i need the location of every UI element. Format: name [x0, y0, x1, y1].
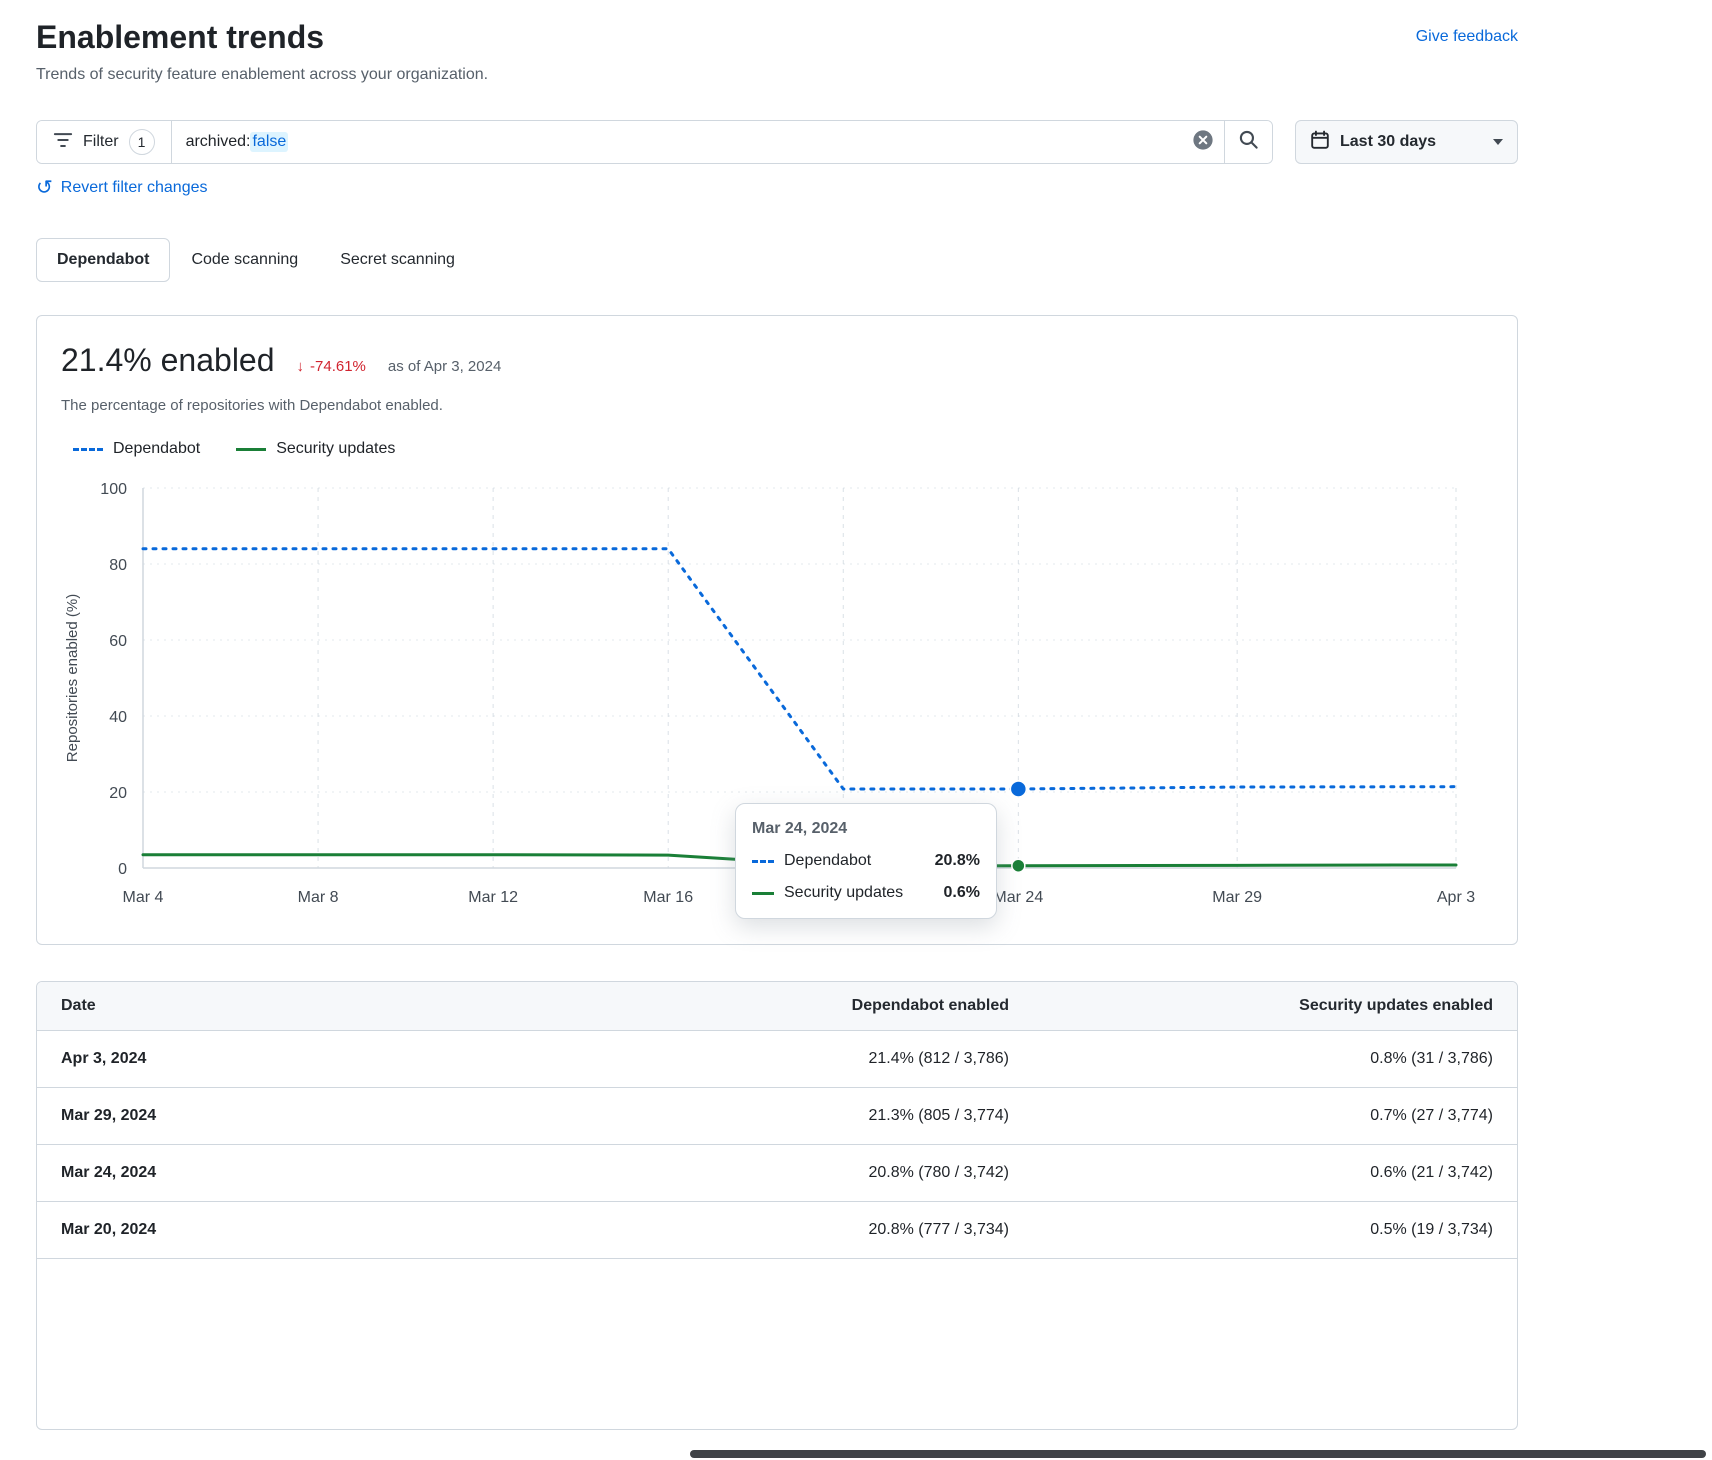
- table-body: Apr 3, 202421.4% (812 / 3,786)0.8% (31 /…: [37, 1031, 1517, 1429]
- clear-filter-button[interactable]: [1182, 121, 1224, 163]
- filter-bar: Filter 1 archived:false: [36, 120, 1518, 164]
- trend-table-card: DateDependabot enabledSecurity updates e…: [36, 981, 1518, 1430]
- x-circle-icon: [1192, 129, 1214, 156]
- tooltip-swatch: [752, 860, 774, 863]
- column-header-date: Date: [37, 982, 637, 1031]
- arrow-down-icon: ↓: [297, 358, 305, 375]
- filter-icon: [53, 130, 73, 155]
- search-icon: [1238, 129, 1259, 155]
- filter-search-group: Filter 1 archived:false: [36, 120, 1273, 164]
- revert-filter-changes-link[interactable]: Revert filter changes: [61, 179, 208, 197]
- query-prefix: archived:: [186, 133, 251, 151]
- tooltip-row-dependabot: Dependabot 20.8%: [752, 852, 980, 870]
- metric-row: 21.4% enabled ↓ -74.61% as of Apr 3, 202…: [61, 342, 1493, 379]
- dependabot-enabled-cell: 21.3% (805 / 3,774): [637, 1088, 1009, 1145]
- give-feedback-link[interactable]: Give feedback: [1416, 28, 1518, 46]
- tabs: DependabotCode scanningSecret scanning: [36, 238, 1518, 282]
- table-row: Mar 29, 202421.3% (805 / 3,774)0.7% (27 …: [37, 1088, 1517, 1145]
- tooltip-swatch: [752, 892, 774, 895]
- svg-text:Repositories enabled (%): Repositories enabled (%): [64, 594, 81, 762]
- legend-label: Security updates: [276, 440, 395, 458]
- dependabot-enabled-cell: 20.8% (780 / 3,742): [637, 1145, 1009, 1202]
- svg-text:Mar 8: Mar 8: [298, 889, 339, 906]
- svg-text:20: 20: [109, 785, 127, 802]
- svg-text:Mar 12: Mar 12: [468, 889, 518, 906]
- date-cell: Mar 24, 2024: [37, 1145, 637, 1202]
- tooltip-label: Security updates: [784, 884, 903, 902]
- table-row: Apr 3, 202421.4% (812 / 3,786)0.8% (31 /…: [37, 1031, 1517, 1088]
- dependabot-enabled-cell: 21.4% (812 / 3,786): [637, 1031, 1009, 1088]
- date-range-label: Last 30 days: [1340, 133, 1483, 151]
- page-title: Enablement trends: [36, 18, 324, 56]
- trend-table: DateDependabot enabledSecurity updates e…: [37, 982, 1517, 1429]
- tab-code-scanning[interactable]: Code scanning: [170, 238, 319, 282]
- security-updates-enabled-cell: 0.8% (31 / 3,786): [1009, 1031, 1517, 1088]
- tooltip-label: Dependabot: [784, 852, 871, 870]
- svg-text:60: 60: [109, 633, 127, 650]
- table-row: Mar 24, 202420.8% (780 / 3,742)0.6% (21 …: [37, 1145, 1517, 1202]
- metric-change: ↓ -74.61%: [297, 358, 366, 375]
- calendar-icon: [1310, 130, 1330, 155]
- svg-text:40: 40: [109, 709, 127, 726]
- tooltip-value: 20.8%: [935, 852, 980, 870]
- date-range-dropdown[interactable]: Last 30 days: [1295, 120, 1518, 164]
- table-header-row: DateDependabot enabledSecurity updates e…: [37, 982, 1517, 1031]
- security-updates-enabled-cell: 0.6% (21 / 3,742): [1009, 1145, 1517, 1202]
- column-header-dependabot-enabled: Dependabot enabled: [637, 982, 1009, 1031]
- tooltip-row-security-updates: Security updates 0.6%: [752, 884, 980, 902]
- legend-label: Dependabot: [113, 440, 200, 458]
- table-row: Mar 20, 202420.8% (777 / 3,734)0.5% (19 …: [37, 1202, 1517, 1259]
- legend-swatch: [73, 448, 103, 451]
- tooltip-date: Mar 24, 2024: [752, 820, 980, 838]
- search-submit-button[interactable]: [1224, 121, 1272, 163]
- filter-count-badge: 1: [129, 129, 155, 155]
- filter-button[interactable]: Filter 1: [37, 121, 172, 163]
- tab-secret-scanning[interactable]: Secret scanning: [319, 238, 476, 282]
- legend-item-security-updates: Security updates: [236, 440, 395, 458]
- tab-dependabot[interactable]: Dependabot: [36, 238, 170, 282]
- metric-description: The percentage of repositories with Depe…: [61, 397, 1493, 414]
- column-header-security-updates-enabled: Security updates enabled: [1009, 982, 1517, 1031]
- metric-headline: 21.4% enabled: [61, 342, 275, 379]
- tooltip-rows: Dependabot 20.8% Security updates 0.6%: [752, 852, 980, 902]
- date-cell: Mar 29, 2024: [37, 1088, 637, 1145]
- chart-legend: Dependabot Security updates: [73, 440, 1493, 458]
- filter-button-label: Filter: [83, 133, 119, 151]
- query-value-token: false: [250, 132, 288, 152]
- filter-query-input[interactable]: archived:false: [172, 121, 1182, 163]
- svg-text:Mar 29: Mar 29: [1212, 889, 1262, 906]
- svg-text:Apr 3: Apr 3: [1437, 889, 1475, 906]
- svg-text:Mar 16: Mar 16: [643, 889, 693, 906]
- svg-text:Mar 4: Mar 4: [123, 889, 164, 906]
- chart-card: 21.4% enabled ↓ -74.61% as of Apr 3, 202…: [36, 315, 1518, 945]
- undo-icon: ↺: [36, 178, 53, 198]
- page-header: Enablement trends Give feedback: [36, 18, 1518, 56]
- security-updates-enabled-cell: 0.5% (19 / 3,734): [1009, 1202, 1517, 1259]
- revert-row: ↺ Revert filter changes: [36, 178, 1518, 198]
- page-subtitle: Trends of security feature enablement ac…: [36, 66, 1518, 84]
- svg-text:80: 80: [109, 557, 127, 574]
- metric-change-value: -74.61%: [310, 358, 366, 375]
- security-updates-enabled-cell: 0.7% (27 / 3,774): [1009, 1088, 1517, 1145]
- chevron-down-icon: [1493, 139, 1503, 145]
- svg-text:Mar 24: Mar 24: [993, 889, 1043, 906]
- metric-as-of: as of Apr 3, 2024: [388, 358, 501, 375]
- dependabot-enabled-cell: 20.8% (777 / 3,734): [637, 1202, 1009, 1259]
- legend-item-dependabot: Dependabot: [73, 440, 200, 458]
- tooltip-value: 0.6%: [944, 884, 980, 902]
- table-row-clipped: [37, 1259, 1517, 1429]
- chart-tooltip: Mar 24, 2024 Dependabot 20.8% Security upd…: [735, 803, 997, 919]
- horizontal-scrollbar-thumb[interactable]: [690, 1450, 1706, 1458]
- page-content: Enablement trends Give feedback Trends o…: [36, 0, 1518, 1430]
- legend-swatch: [236, 448, 266, 451]
- svg-text:100: 100: [100, 481, 127, 498]
- date-cell: Apr 3, 2024: [37, 1031, 637, 1088]
- date-cell: Mar 20, 2024: [37, 1202, 637, 1259]
- svg-text:0: 0: [118, 861, 127, 878]
